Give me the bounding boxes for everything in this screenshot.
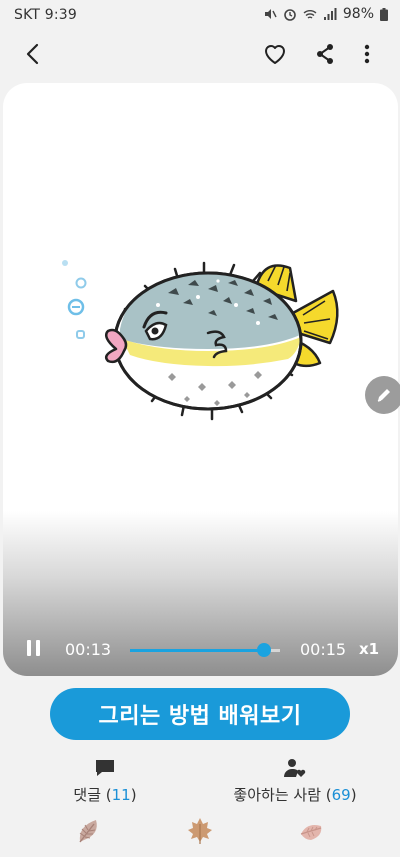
pufferfish-drawing <box>62 260 339 421</box>
likers-label: 좋아하는 사람 <box>233 786 321 804</box>
pause-button[interactable] <box>27 640 41 656</box>
seek-bar[interactable] <box>130 643 280 657</box>
status-time: SKT 9:39 <box>14 7 78 23</box>
signal-icon <box>323 8 337 20</box>
comments-label: 댓글 <box>73 786 102 804</box>
battery-icon <box>380 7 388 21</box>
more-options-button[interactable] <box>351 38 383 70</box>
comments-button[interactable]: 댓글 (11) <box>60 758 150 805</box>
back-icon <box>26 43 39 65</box>
person-heart-icon <box>284 759 306 777</box>
share-icon <box>317 44 333 64</box>
pause-icon <box>27 640 31 656</box>
playback-speed-button[interactable]: x1 <box>359 640 379 658</box>
current-time: 00:13 <box>65 640 112 659</box>
more-icon <box>364 44 370 64</box>
comments-count: 11 <box>111 786 131 804</box>
alarm-icon <box>284 9 296 21</box>
battery-level: 98% <box>342 6 374 22</box>
drawing-video-player[interactable]: 00:13 00:15 x1 <box>3 83 398 676</box>
seek-bar-handle[interactable] <box>256 643 271 657</box>
likers-button[interactable]: 좋아하는 사람 (69) <box>220 758 370 805</box>
seek-bar-progress <box>130 649 264 652</box>
total-time: 00:15 <box>300 640 347 659</box>
wifi-icon <box>303 10 317 19</box>
playback-controls: 00:13 00:15 x1 <box>3 630 398 676</box>
edit-button[interactable] <box>365 376 400 414</box>
pencil-icon <box>377 389 390 402</box>
heart-icon <box>265 45 285 64</box>
leaf-icon[interactable] <box>74 816 104 846</box>
oak-leaf-icon[interactable] <box>297 816 327 846</box>
share-button[interactable] <box>309 38 341 70</box>
back-button[interactable] <box>16 38 48 70</box>
status-bar: SKT 9:39 98% <box>0 0 400 30</box>
learn-drawing-button[interactable]: 그리는 방법 배워보기 <box>50 688 350 740</box>
mute-icon <box>264 9 277 19</box>
comment-icon <box>96 760 114 776</box>
likers-count: 69 <box>331 786 351 804</box>
maple-leaf-icon[interactable] <box>185 816 215 846</box>
top-app-bar <box>0 30 400 80</box>
like-button[interactable] <box>259 38 291 70</box>
